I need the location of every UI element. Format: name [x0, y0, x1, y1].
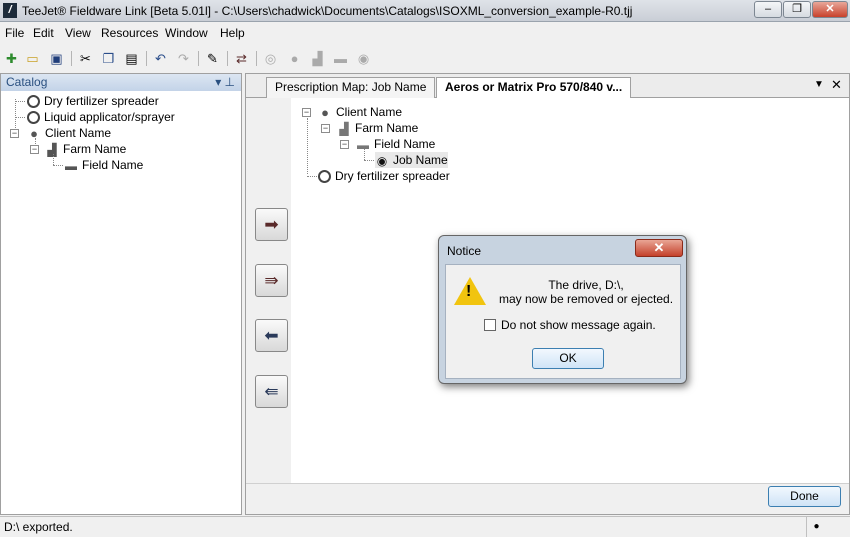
catalog-item-client[interactable]: ● Client Name: [27, 125, 111, 141]
double-arrow-left-icon: ⇚: [264, 382, 279, 401]
wheel-icon: [27, 95, 40, 109]
dialog-close-button[interactable]: ✕: [635, 239, 683, 257]
menu-window[interactable]: Window: [165, 26, 208, 40]
paste-icon[interactable]: ▤: [123, 50, 140, 67]
menu-edit[interactable]: Edit: [33, 26, 54, 40]
toolbar-separator: [198, 51, 199, 66]
menu-help[interactable]: Help: [220, 26, 245, 40]
notice-dialog: Notice ✕ ! The drive, D:\, may now be re…: [438, 235, 687, 384]
menu-resources[interactable]: Resources: [101, 26, 158, 40]
send-to-device-button[interactable]: ➡: [255, 208, 288, 241]
job-tree-client[interactable]: ● Client Name: [318, 104, 402, 120]
field-icon: ▬: [357, 137, 369, 152]
catalog-title: Catalog: [6, 75, 48, 89]
collapse-field-toggle[interactable]: −: [340, 140, 349, 149]
minimize-button[interactable]: –: [754, 1, 782, 18]
catalog-item-field[interactable]: ▬ Field Name: [64, 157, 143, 173]
do-not-show-label[interactable]: Do not show message again.: [501, 318, 656, 332]
save-icon[interactable]: ▣: [48, 50, 65, 67]
catalog-header: Catalog ▾ ⊥: [1, 74, 241, 91]
field-icon: ▬: [65, 158, 77, 173]
open-icon[interactable]: ▭: [24, 50, 41, 67]
tab-prescription-map[interactable]: Prescription Map: Job Name: [266, 77, 436, 98]
status-bar: D:\ exported. ●: [0, 516, 850, 537]
status-indicator: ●: [806, 517, 826, 537]
arrow-left-icon: ⬅: [264, 326, 279, 345]
catalog-panel: Catalog ▾ ⊥ Dry fertilizer spreader Liqu…: [0, 73, 242, 515]
catalog-item-farm[interactable]: ▟ Farm Name: [45, 141, 126, 157]
close-tab-icon[interactable]: ✕: [831, 77, 842, 93]
toolbar-separator: [146, 51, 147, 66]
job-tree-dry-fertilizer[interactable]: Dry fertilizer spreader: [318, 168, 450, 184]
menu-bar: File Edit View Resources Window Help: [0, 23, 850, 44]
collapse-client-toggle[interactable]: −: [10, 129, 19, 138]
toolbar-separator: [227, 51, 228, 66]
maximize-button[interactable]: ❐: [783, 1, 811, 18]
edit-icon[interactable]: ✎: [204, 50, 221, 67]
toolbar-separator: [256, 51, 257, 66]
status-text: D:\ exported.: [4, 520, 73, 534]
window-title: TeeJet® Fieldware Link [Beta 5.01l] - C:…: [22, 4, 633, 18]
transfer-button-strip: ➡ ⇛ ⬅ ⇚: [246, 98, 291, 493]
bottom-bar: Done: [246, 483, 849, 514]
undo-icon[interactable]: ↶: [152, 50, 169, 67]
farm-icon: ▟: [47, 142, 57, 157]
cut-icon[interactable]: ✂: [77, 50, 94, 67]
receive-from-device-button[interactable]: ⬅: [255, 319, 288, 352]
send-all-to-device-button[interactable]: ⇛: [255, 264, 288, 297]
copy-icon[interactable]: ❐: [100, 50, 117, 67]
collapse-farm-toggle[interactable]: −: [30, 145, 39, 154]
disc-icon[interactable]: ◉: [355, 50, 372, 67]
client-icon[interactable]: ●: [286, 50, 303, 67]
tab-list-dropdown-icon[interactable]: ▼: [814, 79, 824, 90]
field-icon[interactable]: ▬: [332, 50, 349, 67]
job-tree: − ● Client Name − ▟ Farm Name − ▬ Field Nam…: [292, 102, 742, 202]
warning-exclamation-icon: !: [466, 283, 472, 300]
tab-strip: Prescription Map: Job Name Aeros or Matr…: [246, 74, 849, 98]
dialog-body: ! The drive, D:\, may now be removed or …: [445, 264, 681, 379]
catalog-item-dry-fertilizer[interactable]: Dry fertilizer spreader: [27, 93, 159, 109]
menu-view[interactable]: View: [65, 26, 91, 40]
client-icon: ●: [30, 125, 38, 141]
farm-icon[interactable]: ▟: [309, 50, 326, 67]
job-tree-farm[interactable]: ▟ Farm Name: [337, 120, 418, 136]
app-icon: /: [3, 3, 17, 18]
arrow-right-icon: ➡: [264, 215, 279, 234]
done-button[interactable]: Done: [768, 486, 841, 507]
disc-icon: ◉: [376, 153, 388, 168]
double-arrow-right-icon: ⇛: [264, 271, 279, 290]
wheel-icon[interactable]: ◎: [262, 50, 279, 67]
dialog-message-line1: The drive, D:\,: [548, 278, 624, 292]
collapse-farm-toggle[interactable]: −: [321, 124, 330, 133]
wheel-icon: [27, 111, 40, 125]
client-icon: ●: [321, 104, 329, 120]
dialog-message-line2: may now be removed or ejected.: [498, 292, 674, 306]
receive-all-from-device-button[interactable]: ⇚: [255, 375, 288, 408]
job-tree-job[interactable]: ◉ Job Name: [375, 152, 448, 168]
new-icon[interactable]: ✚: [3, 50, 20, 67]
do-not-show-checkbox[interactable]: [484, 319, 496, 331]
pin-icon[interactable]: ▾ ⊥: [215, 74, 235, 91]
title-bar: / TeeJet® Fieldware Link [Beta 5.01l] - …: [0, 0, 850, 22]
redo-icon[interactable]: ↷: [175, 50, 192, 67]
toolbar: ✚ ▭ ▣ ✂ ❐ ▤ ↶ ↷ ✎ ⇄ ◎ ● ▟ ▬ ◉: [0, 46, 850, 72]
catalog-item-liquid-applicator[interactable]: Liquid applicator/sprayer: [27, 109, 175, 125]
farm-icon: ▟: [339, 121, 349, 136]
toolbar-separator: [71, 51, 72, 66]
wheel-icon: [318, 170, 331, 184]
tab-aeros-matrix[interactable]: Aeros or Matrix Pro 570/840 v...: [436, 77, 632, 98]
collapse-client-toggle[interactable]: −: [302, 108, 311, 117]
job-tree-field[interactable]: ▬ Field Name: [356, 136, 435, 152]
ok-button[interactable]: OK: [532, 348, 604, 369]
dialog-title: Notice: [447, 244, 482, 258]
menu-file[interactable]: File: [5, 26, 24, 40]
transfer-icon[interactable]: ⇄: [233, 50, 250, 67]
close-window-button[interactable]: ✕: [812, 1, 848, 18]
